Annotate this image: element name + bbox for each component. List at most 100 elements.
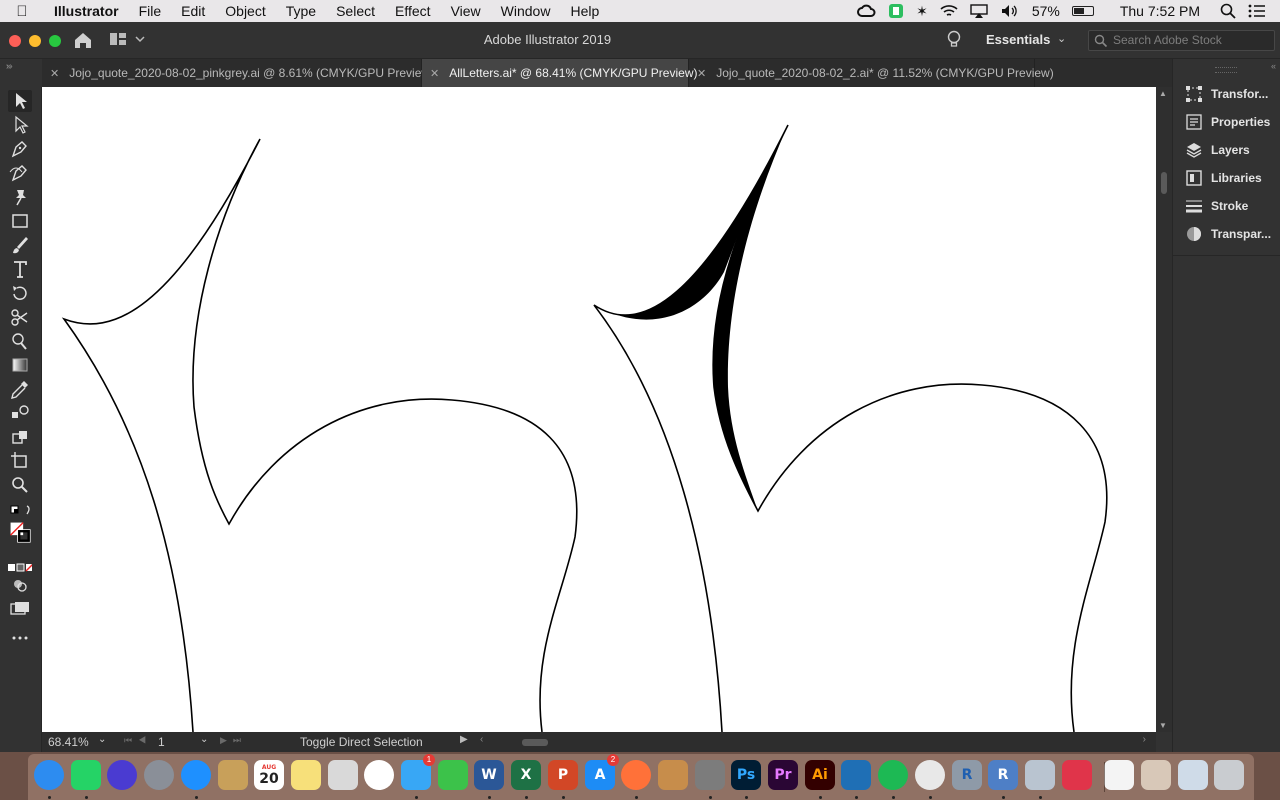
- clock[interactable]: Thu 7:52 PM: [1120, 3, 1200, 19]
- chrome-icon[interactable]: [915, 760, 945, 790]
- panel-collapse-icon[interactable]: «: [1271, 61, 1276, 71]
- vertical-scrollbar[interactable]: ▲ ▼: [1156, 87, 1172, 732]
- tab-jojo-2[interactable]: ✕ Jojo_quote_2020-08-02_2.ai* @ 11.52% (…: [689, 59, 1054, 87]
- close-tab-icon[interactable]: ✕: [697, 67, 706, 80]
- drawing-mode-icon[interactable]: [8, 574, 32, 596]
- notification-center-icon[interactable]: [1248, 4, 1266, 18]
- rectangle-tool-icon[interactable]: [8, 210, 32, 232]
- panel-libraries[interactable]: Libraries: [1185, 168, 1280, 188]
- excel-icon[interactable]: X: [511, 760, 541, 790]
- scroll-up-icon[interactable]: ▲: [1159, 89, 1167, 98]
- safari-icon[interactable]: [181, 760, 211, 790]
- status-text[interactable]: Toggle Direct Selection: [300, 735, 423, 749]
- symbol-sprayer-tool-icon[interactable]: [8, 426, 32, 448]
- firefox-icon[interactable]: [621, 760, 651, 790]
- zoom-dropdown-icon[interactable]: ⌄: [98, 734, 106, 745]
- zoom-tool-icon[interactable]: [8, 474, 32, 496]
- downloads-icon[interactable]: [1178, 760, 1208, 790]
- calendar-icon[interactable]: AUG 20: [254, 760, 284, 790]
- adobe-stock-search-input[interactable]: Search Adobe Stock: [1088, 30, 1275, 51]
- gradient-tool-icon[interactable]: [8, 354, 32, 376]
- chevron-down-icon[interactable]: ⌄: [1057, 32, 1066, 45]
- horizontal-scrollbar[interactable]: ‹ ›: [480, 734, 1146, 748]
- tab-jojo-pinkgrey[interactable]: ✕ Jojo_quote_2020-08-02_pinkgrey.ai @ 8.…: [42, 59, 434, 87]
- scroll-right-icon[interactable]: ›: [1143, 734, 1146, 745]
- pen-tool-icon[interactable]: [8, 138, 32, 160]
- rstudio-icon[interactable]: R: [988, 760, 1018, 790]
- photos-icon[interactable]: [364, 760, 394, 790]
- word-icon[interactable]: W: [474, 760, 504, 790]
- vscode-icon[interactable]: [841, 760, 871, 790]
- blend-tool-icon[interactable]: [8, 402, 32, 424]
- panel-properties[interactable]: Properties: [1185, 112, 1280, 132]
- trash-icon[interactable]: [1214, 760, 1244, 790]
- lightbulb-icon[interactable]: [945, 30, 963, 50]
- close-tab-icon[interactable]: ✕: [50, 67, 59, 80]
- launchpad-icon[interactable]: [144, 760, 174, 790]
- artboard-dropdown-icon[interactable]: ⌄: [200, 734, 208, 745]
- eyedropper-tool-icon[interactable]: [8, 378, 32, 400]
- warp-tool-icon[interactable]: [8, 330, 32, 352]
- rotate-tool-icon[interactable]: [8, 282, 32, 304]
- illustrator-icon[interactable]: Ai: [805, 760, 835, 790]
- creative-cloud-status-icon[interactable]: [856, 4, 876, 18]
- menu-window[interactable]: Window: [491, 3, 561, 19]
- document-icon[interactable]: [1104, 760, 1134, 790]
- fill-stroke-swatch[interactable]: [8, 521, 32, 549]
- pin-tool-icon[interactable]: [8, 186, 32, 208]
- panel-layers[interactable]: Layers: [1185, 140, 1280, 160]
- menu-edit[interactable]: Edit: [171, 3, 215, 19]
- menu-app-name[interactable]: Illustrator: [44, 3, 129, 19]
- contacts-icon[interactable]: [218, 760, 248, 790]
- wifi-icon[interactable]: [940, 4, 958, 18]
- workspace-switcher[interactable]: Essentials: [986, 32, 1050, 47]
- menu-type[interactable]: Type: [276, 3, 326, 19]
- panel-transform[interactable]: Transfor...: [1185, 84, 1280, 104]
- artboard-number[interactable]: 1: [158, 735, 165, 749]
- scroll-left-icon[interactable]: ‹: [480, 734, 483, 745]
- powerpoint-icon[interactable]: P: [548, 760, 578, 790]
- color-mode-buttons[interactable]: [8, 557, 34, 572]
- r-lang-icon[interactable]: R: [952, 760, 982, 790]
- system-preferences-icon[interactable]: [695, 760, 725, 790]
- menu-object[interactable]: Object: [215, 3, 275, 19]
- panel-stroke[interactable]: Stroke: [1185, 196, 1280, 216]
- type-tool-icon[interactable]: [8, 258, 32, 280]
- scroll-down-icon[interactable]: ▼: [1159, 721, 1167, 730]
- volume-icon[interactable]: [1000, 4, 1020, 18]
- paintbrush-tool-icon[interactable]: [8, 234, 32, 256]
- tab-allletters[interactable]: ✕ AllLetters.ai* @ 68.41% (CMYK/GPU Prev…: [422, 59, 697, 87]
- siri-icon[interactable]: [107, 760, 137, 790]
- letter-stroke-fill-right[interactable]: [594, 125, 788, 320]
- airplay-icon[interactable]: [970, 4, 988, 18]
- direct-selection-tool-icon[interactable]: [8, 114, 32, 136]
- spotify-icon[interactable]: [878, 760, 908, 790]
- finder-icon[interactable]: [34, 760, 64, 790]
- menu-help[interactable]: Help: [560, 3, 609, 19]
- edit-toolbar-more-icon[interactable]: [8, 627, 32, 649]
- photoshop-icon[interactable]: Ps: [731, 760, 761, 790]
- apple-menu-icon[interactable]: : [0, 3, 44, 20]
- panel-transparency[interactable]: Transpar...: [1185, 224, 1280, 244]
- horizontal-scroll-thumb[interactable]: [522, 739, 548, 746]
- spotlight-search-icon[interactable]: [1220, 3, 1236, 19]
- image-capture-icon[interactable]: [1025, 760, 1055, 790]
- close-tab-icon[interactable]: ✕: [430, 67, 439, 80]
- letter-outline-right[interactable]: [593, 124, 1108, 732]
- screen-mode-icon[interactable]: [8, 598, 32, 620]
- zoom-level[interactable]: 68.41%: [48, 735, 89, 749]
- panel-grip[interactable]: [1215, 67, 1237, 73]
- preview-icon[interactable]: [328, 760, 358, 790]
- notes-icon[interactable]: [291, 760, 321, 790]
- battery-icon[interactable]: [1071, 6, 1094, 16]
- curvature-tool-icon[interactable]: [8, 162, 32, 184]
- default-fill-stroke-icon[interactable]: [8, 500, 32, 515]
- artboard-next-buttons[interactable]: ▶⏭: [220, 735, 247, 746]
- vertical-scroll-thumb[interactable]: [1161, 172, 1167, 194]
- whatsapp-icon[interactable]: [71, 760, 101, 790]
- artboard-canvas[interactable]: [42, 87, 1156, 732]
- menu-effect[interactable]: Effect: [385, 3, 441, 19]
- scissors-tool-icon[interactable]: [8, 306, 32, 328]
- creative-cloud-icon[interactable]: [1062, 760, 1092, 790]
- evernote-status-icon[interactable]: [888, 3, 904, 19]
